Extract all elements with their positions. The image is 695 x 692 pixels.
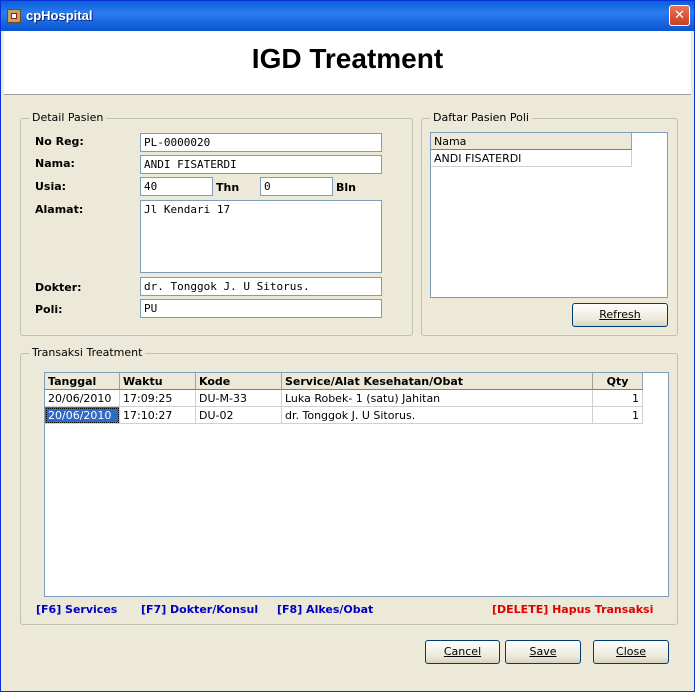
cancel-button-label: Cancel	[443, 645, 482, 658]
hint-f7-dokter: [F7] Dokter/Konsul	[141, 603, 259, 616]
col-header-service[interactable]: Service/Alat Kesehatan/Obat	[282, 373, 593, 390]
header-panel: IGD Treatment	[4, 31, 691, 95]
thn-label: Thn	[216, 181, 240, 194]
dokter-field[interactable]: dr. Tonggok J. U Sitorus.	[140, 277, 382, 296]
nama-label: Nama:	[35, 157, 75, 170]
usia-label: Usia:	[35, 180, 67, 193]
table-cell-tanggal-selected[interactable]: 20/06/2010	[45, 407, 120, 424]
close-icon: ✕	[674, 8, 685, 23]
poli-field[interactable]: PU	[140, 299, 382, 318]
save-button-label: Save	[529, 645, 557, 658]
table-cell-service[interactable]: dr. Tonggok J. U Sitorus.	[282, 407, 593, 424]
save-button[interactable]: Save	[505, 640, 581, 664]
table-cell-tanggal[interactable]: 20/06/2010	[45, 390, 120, 407]
no-reg-label: No Reg:	[35, 135, 84, 148]
table-cell-waktu[interactable]: 17:10:27	[120, 407, 196, 424]
title-bar[interactable]: cpHospital ✕	[1, 1, 694, 31]
refresh-button-label: Refresh	[599, 308, 641, 321]
daftar-pasien-list[interactable]: Nama ANDI FISATERDI	[430, 132, 668, 298]
close-button-label: Close	[616, 645, 646, 658]
table-cell-qty[interactable]: 1	[593, 407, 643, 424]
transaksi-legend: Transaksi Treatment	[29, 346, 146, 359]
table-cell-kode[interactable]: DU-M-33	[196, 390, 282, 407]
refresh-button[interactable]: Refresh	[572, 303, 668, 327]
close-button[interactable]: Close	[593, 640, 669, 664]
hint-f6-services: [F6] Services	[36, 603, 118, 616]
no-reg-field[interactable]: PL-0000020	[140, 133, 382, 152]
col-header-qty[interactable]: Qty	[593, 373, 643, 390]
alamat-field[interactable]: Jl Kendari 17	[140, 200, 382, 273]
detail-pasien-legend: Detail Pasien	[29, 111, 107, 124]
poli-label: Poli:	[35, 303, 63, 316]
nama-field[interactable]: ANDI FISATERDI	[140, 155, 382, 174]
detail-pasien-group: Detail Pasien No Reg: PL-0000020 Nama: A…	[20, 111, 413, 336]
transaksi-grid[interactable]: Tanggal Waktu Kode Service/Alat Kesehata…	[44, 372, 669, 597]
window-close-button[interactable]: ✕	[669, 5, 690, 26]
table-cell-qty[interactable]: 1	[593, 390, 643, 407]
col-header-kode[interactable]: Kode	[196, 373, 282, 390]
alamat-label: Alamat:	[35, 203, 84, 216]
table-cell-service[interactable]: Luka Robek- 1 (satu) Jahitan	[282, 390, 593, 407]
dokter-label: Dokter:	[35, 281, 82, 294]
usia-tahun-field[interactable]: 40	[140, 177, 213, 196]
window-title: cpHospital	[26, 8, 93, 23]
daftar-pasien-group: Daftar Pasien Poli Nama ANDI FISATERDI R…	[421, 111, 678, 336]
table-cell-waktu[interactable]: 17:09:25	[120, 390, 196, 407]
usia-bulan-field[interactable]: 0	[260, 177, 333, 196]
main-window: cpHospital ✕ IGD Treatment Detail Pasien…	[0, 0, 695, 692]
hospital-app-icon	[7, 9, 21, 23]
hint-f8-alkes: [F8] Alkes/Obat	[277, 603, 374, 616]
table-cell-kode[interactable]: DU-02	[196, 407, 282, 424]
transaksi-group: Transaksi Treatment Tanggal Waktu Kode S…	[20, 346, 678, 625]
hint-delete-transaksi: [DELETE] Hapus Transaksi	[492, 603, 654, 616]
cancel-button[interactable]: Cancel	[425, 640, 500, 664]
col-header-tanggal[interactable]: Tanggal	[45, 373, 120, 390]
page-title: IGD Treatment	[251, 43, 444, 74]
list-item[interactable]: ANDI FISATERDI	[431, 150, 632, 167]
col-header-waktu[interactable]: Waktu	[120, 373, 196, 390]
daftar-pasien-legend: Daftar Pasien Poli	[430, 111, 532, 124]
bln-label: Bln	[336, 181, 356, 194]
daftar-nama-header[interactable]: Nama	[431, 133, 632, 150]
